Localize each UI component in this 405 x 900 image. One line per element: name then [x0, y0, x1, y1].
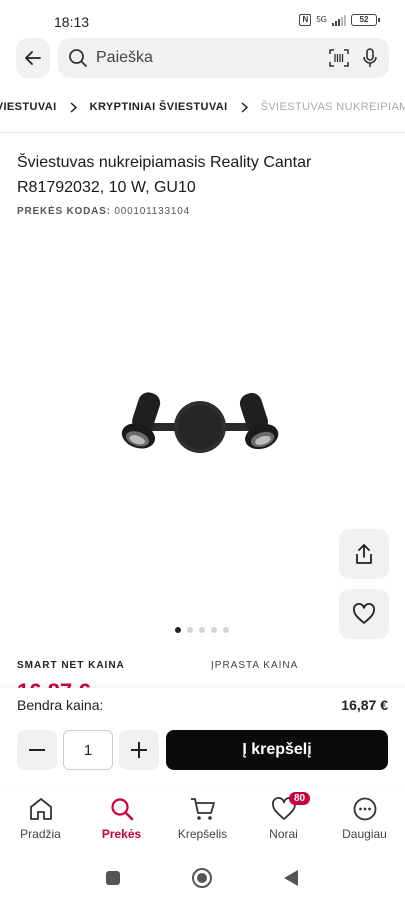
breadcrumb-item-current: ŠVIESTUVAS NUKREIPIAM...: [260, 101, 405, 113]
nav-label-products: Prekės: [101, 827, 142, 841]
network-label: 5G: [316, 15, 327, 24]
cart-icon: [190, 798, 215, 820]
decrease-quantity-button[interactable]: [17, 730, 57, 770]
divider: [0, 132, 405, 133]
status-icons: N 5G 52: [299, 14, 380, 26]
carousel-dot[interactable]: [199, 627, 205, 633]
wishlist-count-badge: 80: [289, 792, 311, 805]
product-code-value: 000101133104: [114, 206, 190, 217]
carousel-dot[interactable]: [223, 627, 229, 633]
arrow-left-icon: [25, 51, 41, 65]
carousel-dot[interactable]: [175, 627, 181, 633]
back-button[interactable]: [16, 38, 50, 78]
battery-icon: 52: [351, 14, 380, 26]
search-tools: [329, 48, 377, 68]
smart-price-label: SMART NET KAINA: [17, 660, 125, 671]
more-icon: [353, 797, 376, 821]
nav-label-home: Pradžia: [20, 827, 61, 841]
add-to-cart-button[interactable]: Į krepšelį: [166, 730, 388, 770]
regular-price-label: ĮPRASTA KAINA: [211, 660, 299, 671]
chevron-right-icon: [61, 101, 86, 113]
nav-item-cart[interactable]: Krepšelis: [162, 795, 243, 850]
search-input[interactable]: [96, 49, 316, 67]
nav-item-wishlist[interactable]: 80 Norai: [243, 792, 324, 850]
recent-apps-icon[interactable]: [101, 866, 125, 890]
chevron-right-icon: [232, 101, 257, 113]
bottom-nav: Pradžia Prekės Krepšelis 80 Norai Daugia…: [0, 792, 405, 850]
side-actions: [339, 529, 389, 639]
home-icon: [29, 798, 52, 820]
signal-icon: [332, 14, 346, 26]
system-nav: [0, 860, 405, 892]
quantity-input[interactable]: [63, 730, 113, 770]
carousel-dot[interactable]: [211, 627, 217, 633]
plus-icon: [131, 742, 147, 758]
carousel-dot[interactable]: [187, 627, 193, 633]
breadcrumb-item-kryptiniai[interactable]: KRYPTINIAI ŠVIESTUVAI: [86, 101, 232, 113]
product-image[interactable]: [110, 370, 290, 480]
increase-quantity-button[interactable]: [119, 730, 159, 770]
search-icon: [110, 798, 133, 821]
nav-label-more: Daugiau: [342, 827, 387, 841]
barcode-scan-icon[interactable]: [329, 49, 349, 67]
search-header: [16, 38, 389, 78]
status-time: 18:13: [54, 14, 90, 30]
breadcrumb-item-sviestuvai[interactable]: ŠVIESTUVAI: [0, 101, 61, 113]
share-button[interactable]: [339, 529, 389, 579]
search-box[interactable]: [58, 38, 389, 78]
quantity-stepper: [17, 730, 159, 770]
product-code: PREKĖS KODAS: 000101133104: [17, 206, 190, 217]
nav-label-cart: Krepšelis: [177, 827, 228, 841]
nav-label-wishlist: Norai: [269, 827, 298, 841]
search-icon: [69, 49, 87, 67]
purchase-sheet: Bendra kaina: 16,87 € Į krepšelį: [0, 688, 405, 788]
back-triangle-icon[interactable]: [279, 866, 303, 890]
heart-icon: [353, 603, 375, 624]
minus-icon: [29, 749, 45, 751]
microphone-icon[interactable]: [363, 48, 377, 68]
total-price-label: Bendra kaina:: [17, 697, 104, 713]
total-price-value: 16,87 €: [341, 697, 388, 713]
favorite-button[interactable]: [339, 589, 389, 639]
breadcrumb: ŠVIESTUVAI KRYPTINIAI ŠVIESTUVAI ŠVIESTU…: [0, 92, 405, 122]
nav-item-more[interactable]: Daugiau: [324, 795, 405, 850]
carousel-dots: [175, 627, 229, 633]
share-icon: [356, 544, 372, 564]
nav-item-home[interactable]: Pradžia: [0, 795, 81, 850]
status-bar: 18:13 N 5G 52: [0, 0, 405, 40]
home-circle-icon[interactable]: [190, 866, 214, 890]
product-code-label: PREKĖS KODAS:: [17, 206, 111, 217]
product-title: Šviestuvas nukreipiamasis Reality Cantar…: [17, 154, 312, 196]
nfc-icon: N: [299, 14, 312, 26]
nav-item-products[interactable]: Prekės: [81, 795, 162, 850]
